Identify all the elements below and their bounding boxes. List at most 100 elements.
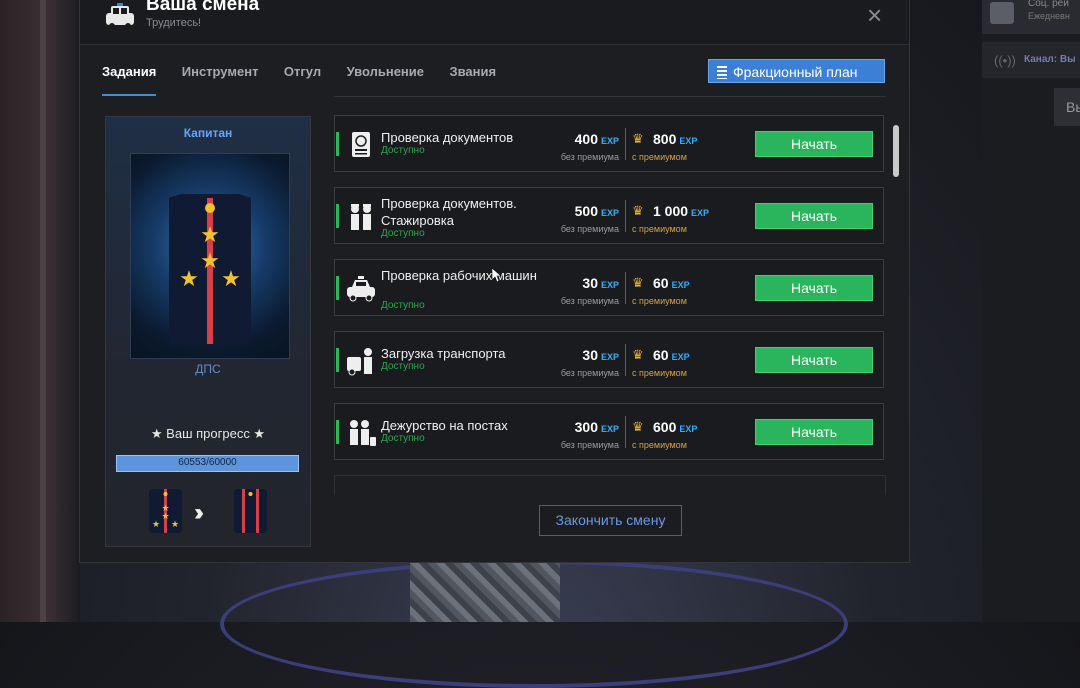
start-button[interactable]: Начать	[755, 275, 873, 301]
crown-icon: ♛	[632, 203, 644, 218]
base-exp-value: 30	[582, 275, 598, 291]
tab-ranks[interactable]: Звания	[449, 64, 496, 94]
svg-text:★: ★	[179, 266, 199, 291]
social-rating-card[interactable]: Соц. рей Ежедневн	[982, 0, 1080, 34]
tab-resignation[interactable]: Увольнение	[347, 64, 424, 94]
start-button[interactable]: Начать	[755, 131, 873, 157]
task-status: Доступно	[381, 145, 425, 156]
with-premium-label: с премиумом	[632, 368, 687, 378]
tab-tools[interactable]: Инструмент	[182, 64, 259, 94]
background-wall	[0, 0, 80, 622]
task-base-exp: 400 EXP	[575, 131, 619, 147]
task-row-partial	[334, 475, 886, 495]
task-name: Проверка документов	[381, 130, 514, 145]
divider	[625, 128, 626, 160]
mouse-cursor-icon	[492, 268, 502, 282]
svg-text:★: ★	[221, 266, 241, 291]
task-premium-exp: 60 EXP	[653, 347, 690, 363]
start-button[interactable]: Начать	[755, 419, 873, 445]
task-row: Проверка документов. Стажировка Доступно…	[334, 187, 884, 244]
exp-label: EXP	[671, 280, 690, 290]
rank-insignia-image: ★ ★ ★ ★	[130, 153, 290, 359]
without-premium-label: без премиума	[560, 152, 619, 162]
premium-exp-value: 800	[653, 131, 677, 147]
available-marker	[336, 420, 339, 444]
background-character	[410, 562, 560, 622]
rank-card: Капитан ★ ★ ★ ★ ДПС ★ Ваш прогресс ★ 605…	[105, 116, 311, 547]
task-base-exp: 300 EXP	[575, 419, 619, 435]
premium-exp-value: 60	[653, 275, 669, 291]
exp-label: EXP	[671, 352, 690, 362]
task-base-exp: 30 EXP	[582, 275, 619, 291]
daily-label: Ежедневн	[1028, 11, 1070, 21]
start-button[interactable]: Начать	[755, 203, 873, 229]
task-base-exp: 500 EXP	[575, 203, 619, 219]
divider	[625, 200, 626, 232]
exp-label: EXP	[691, 208, 710, 218]
thumbs-up-icon	[990, 2, 1014, 24]
tab-day-off[interactable]: Отгул	[284, 64, 321, 94]
officers-icon	[351, 204, 371, 230]
task-name: Проверка документов. Стажировка	[381, 196, 517, 228]
faction-plan-button[interactable]: Фракционный план	[708, 59, 885, 83]
svg-text:★: ★	[152, 519, 160, 529]
task-row: Проверка рабочих машин Доступно 30 EXP бе…	[334, 259, 884, 316]
rank-department: ДПС	[195, 362, 221, 376]
close-icon[interactable]: ×	[867, 2, 882, 28]
premium-exp-value: 600	[653, 419, 677, 435]
task-name: Дежурство на постах	[381, 418, 508, 433]
task-name: Проверка рабочих машин	[381, 268, 537, 283]
without-premium-label: без премиума	[560, 224, 619, 234]
current-rank-icon: ★ ★ ★ ★	[149, 489, 182, 533]
task-status: Доступно	[381, 433, 425, 444]
task-status: Доступно	[381, 228, 425, 239]
channel-card[interactable]: ((•)) Канал: Вы	[982, 42, 1080, 78]
social-rating-label: Соц. рей	[1028, 0, 1069, 9]
tab-tasks[interactable]: Задания	[102, 64, 157, 96]
task-list: Проверка документов Доступно 400 EXP без …	[334, 115, 886, 495]
divider	[625, 272, 626, 304]
scrollbar-thumb[interactable]	[893, 125, 899, 177]
task-premium-exp: 800 EXP	[653, 131, 697, 147]
police-car-icon	[347, 276, 375, 302]
window-title: Ваша смена	[146, 0, 260, 15]
task-row: Дежурство на постах Доступно 300 EXP без …	[334, 403, 884, 460]
svg-text:★: ★	[200, 222, 220, 247]
crown-icon: ♛	[632, 275, 644, 290]
car-icon	[106, 3, 134, 29]
base-exp-value: 30	[582, 347, 598, 363]
premium-exp-value: 1 000	[653, 203, 689, 219]
exp-label: EXP	[600, 280, 619, 290]
svg-text:★: ★	[171, 519, 179, 529]
side-button[interactable]: Вы	[1054, 88, 1080, 126]
progress-label: ★ Ваш прогресс ★	[150, 426, 266, 441]
channel-label: Канал: Вы	[1024, 54, 1076, 65]
with-premium-label: с премиумом	[632, 296, 687, 306]
tow-truck-icon	[347, 348, 372, 376]
without-premium-label: без премиума	[560, 368, 619, 378]
task-row: Загрузка транспорта Доступно 30 EXP без п…	[334, 331, 884, 388]
end-shift-button[interactable]: Закончить смену	[539, 505, 682, 536]
rank-name: Капитан	[183, 126, 233, 140]
exp-label: EXP	[679, 424, 698, 434]
divider	[334, 96, 886, 97]
post-duty-icon	[350, 420, 376, 446]
passport-icon	[352, 132, 370, 157]
task-premium-exp: 1 000 EXP	[653, 203, 709, 219]
available-marker	[336, 132, 339, 156]
chevrons-right-icon: ››	[194, 499, 204, 526]
task-base-exp: 30 EXP	[582, 347, 619, 363]
crown-icon: ♛	[632, 131, 644, 146]
available-marker	[336, 204, 339, 228]
window-subtitle: Трудитесь!	[146, 17, 202, 29]
task-premium-exp: 60 EXP	[653, 275, 690, 291]
base-exp-value: 400	[574, 131, 598, 147]
task-name: Загрузка транспорта	[381, 346, 506, 361]
premium-exp-value: 60	[653, 347, 669, 363]
exp-label: EXP	[600, 136, 619, 146]
with-premium-label: с премиумом	[632, 440, 687, 450]
start-button[interactable]: Начать	[755, 347, 873, 373]
document-icon	[717, 66, 727, 79]
svg-text:★: ★	[200, 248, 220, 273]
available-marker	[336, 348, 339, 372]
